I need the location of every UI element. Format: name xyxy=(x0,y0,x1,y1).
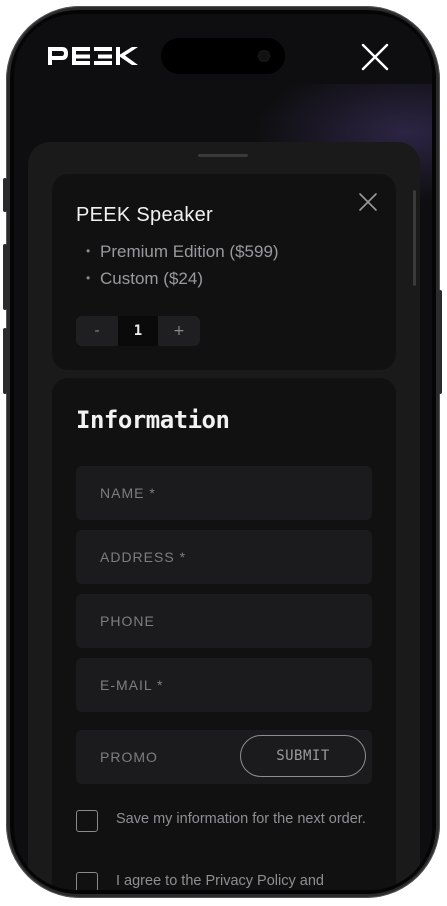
save-info-label: Save my information for the next order. xyxy=(116,811,366,827)
increment-button[interactable]: + xyxy=(158,316,200,346)
product-options: Premium Edition ($599) Custom ($24) xyxy=(86,238,279,292)
privacy-checkbox[interactable] xyxy=(76,872,98,890)
close-icon[interactable] xyxy=(360,42,390,72)
quantity-value[interactable]: 1 xyxy=(118,316,158,346)
screen: PEEK Speaker Premium Edition ($599) Cust… xyxy=(14,14,432,890)
privacy-label: I agree to the Privacy Policy and xyxy=(116,873,324,889)
privacy-row: I agree to the Privacy Policy and xyxy=(76,870,368,890)
promo-submit-button[interactable]: SUBMIT xyxy=(240,735,366,777)
email-field[interactable] xyxy=(76,658,372,712)
address-field[interactable] xyxy=(76,530,372,584)
save-info-row: Save my information for the next order. xyxy=(76,808,368,832)
information-card: Information SUBMIT Save my information f… xyxy=(52,378,396,890)
product-option: Custom ($24) xyxy=(86,265,279,292)
email-field-wrapper xyxy=(76,658,372,712)
sheet-drag-handle[interactable] xyxy=(198,154,248,157)
quantity-stepper: - 1 + xyxy=(76,316,200,346)
action-button xyxy=(3,178,7,212)
promo-field-wrapper: SUBMIT xyxy=(76,730,372,784)
cart-item-card: PEEK Speaker Premium Edition ($599) Cust… xyxy=(52,174,396,370)
phone-field[interactable] xyxy=(76,594,372,648)
save-info-checkbox[interactable] xyxy=(76,810,98,832)
scrollbar[interactable] xyxy=(413,190,416,286)
name-field[interactable] xyxy=(76,466,372,520)
name-field-wrapper xyxy=(76,466,372,520)
front-camera xyxy=(259,51,269,61)
remove-item-icon[interactable] xyxy=(358,192,378,212)
address-field-wrapper xyxy=(76,530,372,584)
section-title: Information xyxy=(76,406,230,434)
peek-logo xyxy=(48,47,138,65)
checkout-sheet: PEEK Speaker Premium Edition ($599) Cust… xyxy=(28,142,420,890)
volume-down-button xyxy=(3,328,7,394)
volume-up-button xyxy=(3,244,7,310)
phone-field-wrapper xyxy=(76,594,372,648)
dynamic-island xyxy=(161,38,285,74)
product-title: PEEK Speaker xyxy=(76,204,214,226)
decrement-button[interactable]: - xyxy=(76,316,118,346)
power-button xyxy=(438,290,442,394)
product-option: Premium Edition ($599) xyxy=(86,238,279,265)
